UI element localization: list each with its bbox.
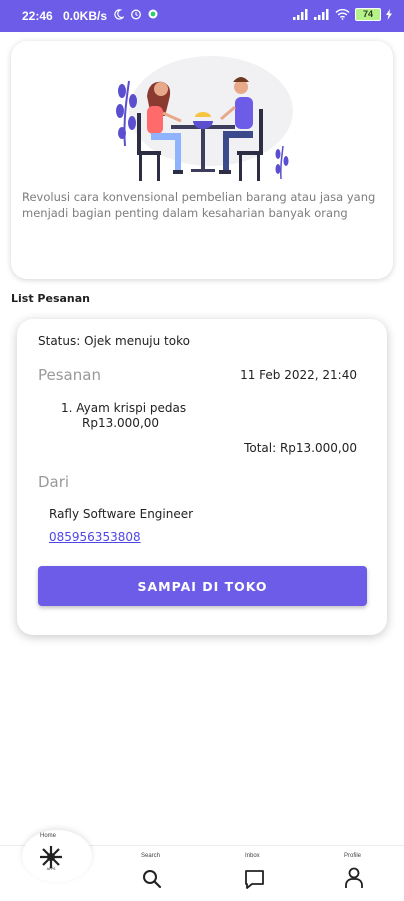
order-heading: Pesanan	[38, 366, 101, 384]
status-time: 22:46	[22, 9, 53, 23]
nav-label-home: Home	[40, 833, 57, 839]
notification-dot-icon	[148, 9, 158, 19]
network-speed: 0.0KB/s	[63, 9, 108, 23]
signal-icon	[293, 9, 308, 20]
hero-description: Revolusi cara konvensional pembelian bar…	[22, 190, 376, 220]
profile-icon[interactable]	[344, 867, 364, 889]
home-logo-icon[interactable]: APPS	[37, 843, 65, 871]
order-total: Total: Rp13.000,00	[244, 441, 357, 455]
chat-icon[interactable]	[244, 869, 265, 890]
order-status: Status: Ojek menuju toko	[38, 334, 190, 348]
charging-icon	[386, 9, 392, 20]
nav-label-search: Search	[141, 853, 161, 859]
order-date: 11 Feb 2022, 21:40	[240, 368, 357, 382]
order-item: 1. Ayam krispi pedas Rp13.000,00	[61, 401, 186, 431]
order-item-price: Rp13.000,00	[82, 416, 160, 430]
hero-card: Revolusi cara konvensional pembelian bar…	[11, 41, 393, 279]
moon-icon	[114, 8, 124, 20]
status-bar: 22:46 0.0KB/s 74	[0, 0, 404, 32]
section-title: List Pesanan	[11, 292, 90, 305]
signal-icon-2	[314, 9, 329, 20]
dining-illustration	[116, 56, 293, 181]
status-icons-right: 74	[293, 8, 392, 21]
order-card: Status: Ojek menuju toko Pesanan 11 Feb …	[17, 319, 387, 635]
order-item-name: 1. Ayam krispi pedas	[61, 401, 187, 415]
nav-label-inbox: Inbox	[245, 853, 260, 859]
from-heading: Dari	[38, 473, 70, 491]
wifi-icon	[335, 9, 350, 20]
status-icons-left	[113, 8, 158, 20]
home-logo-text: APPS	[47, 867, 57, 871]
arrive-at-store-button[interactable]: SAMPAI DI TOKO	[38, 566, 367, 606]
battery-indicator: 74	[355, 8, 381, 21]
search-icon[interactable]	[142, 869, 162, 889]
sender-phone-link[interactable]: 085956353808	[49, 530, 141, 544]
nav-label-profile: Profile	[344, 853, 362, 859]
sender-name: Rafly Software Engineer	[49, 507, 194, 521]
alarm-icon	[131, 9, 141, 20]
